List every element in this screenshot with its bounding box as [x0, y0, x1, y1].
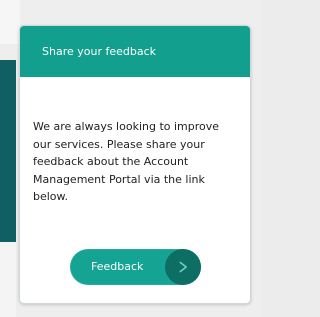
page: Share your feedback We are always lookin…: [0, 0, 262, 317]
feedback-button[interactable]: Feedback: [70, 249, 201, 285]
feedback-card-body: We are always looking to improve our ser…: [20, 77, 250, 206]
play-icon: [165, 249, 201, 285]
feedback-button-label: Feedback: [91, 260, 144, 273]
feedback-message: We are always looking to improve our ser…: [33, 120, 220, 204]
feedback-card: Share your feedback We are always lookin…: [19, 25, 251, 304]
feedback-card-title: Share your feedback: [42, 45, 157, 58]
background-left-panel: [0, 60, 16, 242]
background-left-panel-bottom: [0, 242, 16, 317]
background-top-strip: [0, 0, 20, 44]
feedback-card-header: Share your feedback: [20, 26, 250, 77]
